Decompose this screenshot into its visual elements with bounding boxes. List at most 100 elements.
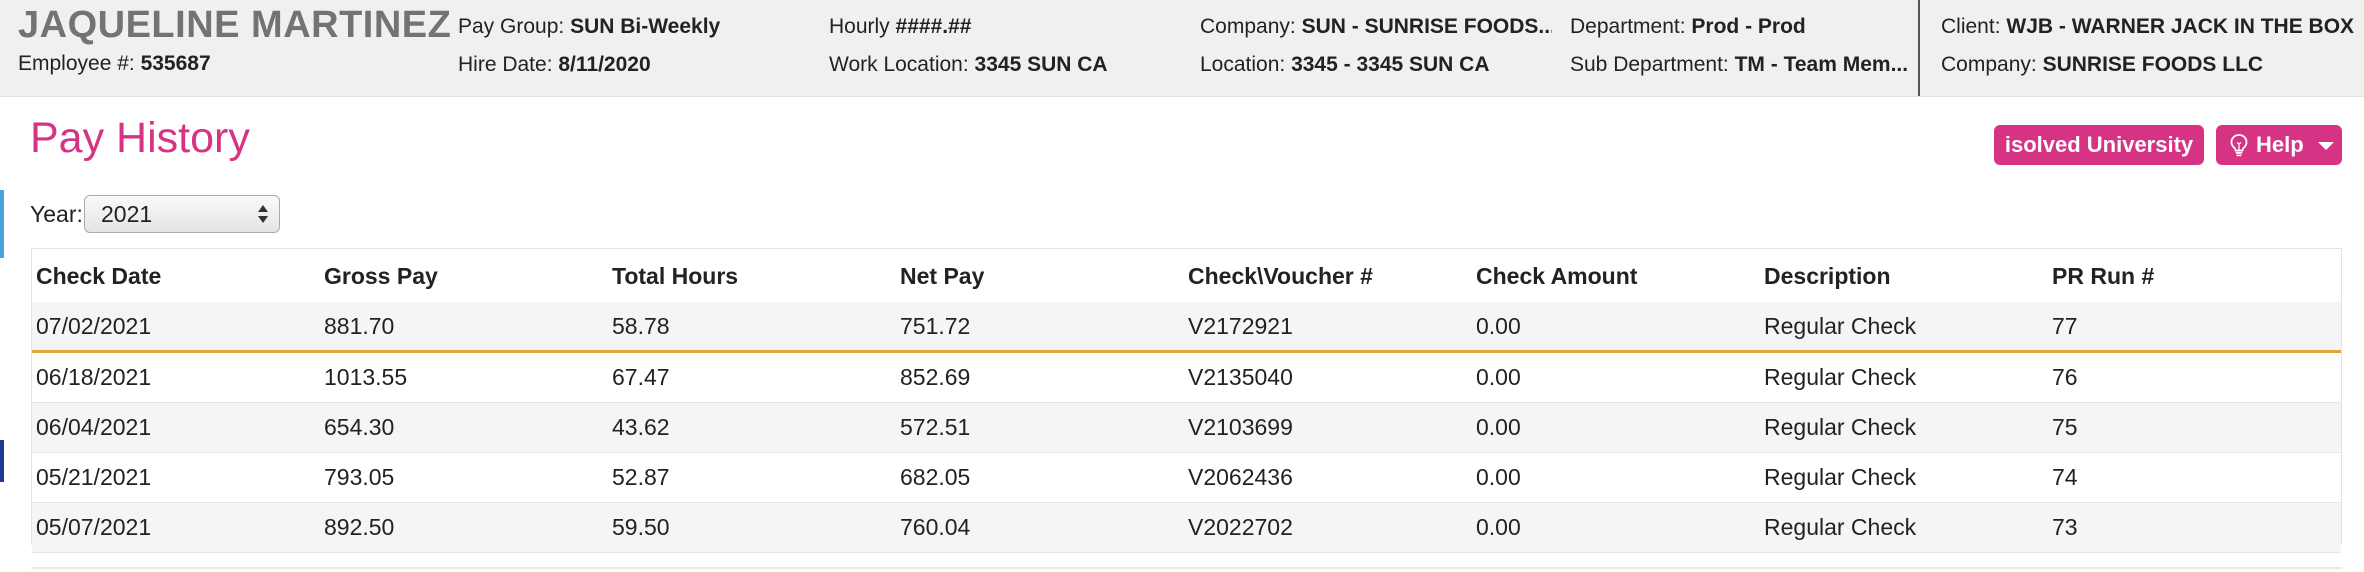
cell-gross-pay: 654.30 (324, 414, 395, 440)
table-row[interactable]: 05/07/2021 892.50 59.50 760.04 V2022702 … (32, 503, 2341, 553)
left-accent-blue (0, 190, 4, 258)
work-location-label: Work Location: (829, 53, 969, 76)
column-header-gross-pay[interactable]: Gross Pay (324, 263, 438, 290)
left-accent-navy (0, 440, 4, 482)
cell-gross-pay: 793.05 (324, 464, 395, 490)
hire-date-label: Hire Date: (458, 53, 553, 76)
cell-pr-run: 74 (2052, 464, 2078, 490)
department-field: Department: Prod - Prod (1570, 15, 1916, 39)
company-label: Company: (1200, 15, 1296, 38)
cell-check-amount: 0.00 (1476, 313, 1521, 339)
cell-net-pay: 852.69 (900, 364, 971, 390)
sub-department-value: TM - Team Mem... (1734, 53, 1909, 76)
client-value: WJB - WARNER JACK IN THE BOX (2006, 15, 2355, 38)
location-field: Location: 3345 - 3345 SUN CA (1200, 53, 1552, 77)
header-divider (1918, 0, 1920, 96)
employee-number-label: Employee #: (18, 52, 135, 75)
client-label: Client: (1941, 15, 2001, 38)
sub-department-field: Sub Department: TM - Team Mem... (1570, 53, 1916, 77)
column-header-total-hours[interactable]: Total Hours (612, 263, 738, 290)
column-header-check-amount[interactable]: Check Amount (1476, 263, 1637, 290)
cell-total-hours: 58.78 (612, 313, 670, 339)
client-company-label: Company: (1941, 53, 2037, 76)
cell-pr-run: 73 (2052, 514, 2078, 540)
cell-total-hours: 52.87 (612, 464, 670, 490)
work-location-field: Work Location: 3345 SUN CA (829, 53, 1189, 77)
department-value: Prod - Prod (1691, 15, 1806, 38)
hire-date-field: Hire Date: 8/11/2020 (458, 53, 798, 77)
cell-check-date: 06/18/2021 (36, 364, 152, 390)
cell-check-date: 06/04/2021 (36, 414, 152, 440)
cell-net-pay: 572.51 (900, 414, 971, 440)
cell-check-amount: 0.00 (1476, 464, 1521, 490)
updown-arrows-icon (258, 205, 268, 223)
cell-gross-pay: 1013.55 (324, 364, 408, 390)
lightbulb-icon (2230, 134, 2248, 157)
cell-gross-pay: 881.70 (324, 313, 395, 339)
pay-group-label: Pay Group: (458, 15, 565, 38)
cell-check-voucher: V2172921 (1188, 313, 1293, 339)
hourly-value: ####.## (895, 15, 972, 38)
cell-total-hours: 43.62 (612, 414, 670, 440)
column-header-check-date[interactable]: Check Date (36, 263, 161, 290)
cell-net-pay: 760.04 (900, 514, 971, 540)
location-label: Location: (1200, 53, 1286, 76)
column-header-net-pay[interactable]: Net Pay (900, 263, 984, 290)
employee-header: JAQUELINE MARTINEZ Employee #: 535687 Pa… (0, 0, 2364, 97)
cell-pr-run: 76 (2052, 364, 2078, 390)
department-label: Department: (1570, 15, 1686, 38)
cell-check-voucher: V2062436 (1188, 464, 1293, 490)
cell-gross-pay: 892.50 (324, 514, 395, 540)
company-value: SUN - SUNRISE FOODS... (1301, 15, 1552, 38)
column-header-pr-run[interactable]: PR Run # (2052, 263, 2154, 290)
client-field: Client: WJB - WARNER JACK IN THE BOX (1941, 15, 2361, 39)
employee-number-value: 535687 (140, 52, 211, 75)
sub-department-label: Sub Department: (1570, 53, 1729, 76)
page-title: Pay History (30, 114, 250, 162)
client-company-value: SUNRISE FOODS LLC (2042, 53, 2264, 76)
table-row[interactable]: 05/21/2021 793.05 52.87 682.05 V2062436 … (32, 453, 2341, 503)
cell-check-date: 05/07/2021 (36, 514, 152, 540)
help-button[interactable]: Help (2216, 125, 2342, 165)
hire-date-value: 8/11/2020 (558, 53, 651, 76)
caret-down-icon (2318, 142, 2334, 150)
table-row[interactable]: 07/02/2021 881.70 58.78 751.72 V2172921 … (32, 302, 2341, 352)
cell-check-voucher: V2135040 (1188, 364, 1293, 390)
pay-group-value: SUN Bi-Weekly (570, 15, 721, 38)
hourly-label: Hourly (829, 15, 890, 38)
employee-number: Employee #: 535687 (18, 52, 211, 76)
year-select[interactable]: 2021 (84, 195, 280, 233)
help-label: Help (2256, 132, 2304, 157)
location-value: 3345 - 3345 SUN CA (1291, 53, 1490, 76)
cell-total-hours: 67.47 (612, 364, 670, 390)
cell-description: Regular Check (1764, 364, 1917, 390)
cell-check-amount: 0.00 (1476, 364, 1521, 390)
cell-check-date: 05/21/2021 (36, 464, 152, 490)
client-company-field: Company: SUNRISE FOODS LLC (1941, 53, 2361, 77)
year-select-value: 2021 (101, 201, 153, 227)
cell-pr-run: 75 (2052, 414, 2078, 440)
isolved-university-button[interactable]: isolved University (1994, 125, 2204, 165)
table-row[interactable]: 06/04/2021 654.30 43.62 572.51 V2103699 … (32, 403, 2341, 453)
table-row[interactable]: 06/18/2021 1013.55 67.47 852.69 V2135040… (32, 353, 2341, 403)
table-bottom-divider (31, 567, 2342, 569)
employee-name: JAQUELINE MARTINEZ (18, 4, 452, 46)
cell-check-voucher: V2022702 (1188, 514, 1293, 540)
cell-description: Regular Check (1764, 414, 1917, 440)
work-location-value: 3345 SUN CA (974, 53, 1108, 76)
hourly-field: Hourly ####.## (829, 15, 1189, 39)
column-header-description[interactable]: Description (1764, 263, 1891, 290)
table-header-row: Check Date Gross Pay Total Hours Net Pay… (32, 249, 2341, 303)
pay-group-field: Pay Group: SUN Bi-Weekly (458, 15, 798, 39)
cell-description: Regular Check (1764, 313, 1917, 339)
cell-description: Regular Check (1764, 514, 1917, 540)
cell-check-amount: 0.00 (1476, 514, 1521, 540)
column-header-check-voucher[interactable]: Check\Voucher # (1188, 263, 1373, 290)
cell-check-amount: 0.00 (1476, 414, 1521, 440)
year-label: Year: (30, 201, 83, 227)
cell-net-pay: 682.05 (900, 464, 971, 490)
cell-total-hours: 59.50 (612, 514, 670, 540)
cell-pr-run: 77 (2052, 313, 2078, 339)
company-field: Company: SUN - SUNRISE FOODS... (1200, 15, 1552, 39)
cell-description: Regular Check (1764, 464, 1917, 490)
